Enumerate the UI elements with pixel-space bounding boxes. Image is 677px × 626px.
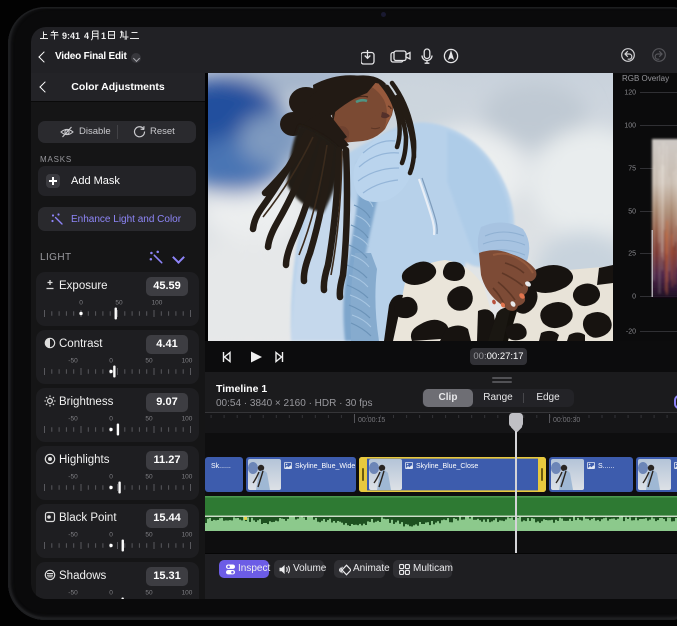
svg-text:50: 50 [145, 532, 153, 539]
svg-text:100: 100 [182, 590, 193, 597]
svg-text:-20: -20 [626, 329, 636, 336]
svg-text:50: 50 [628, 209, 636, 216]
svg-text:50: 50 [145, 474, 153, 481]
svg-text:100: 100 [182, 416, 193, 423]
svg-text:50: 50 [115, 300, 123, 307]
svg-text:25: 25 [628, 251, 636, 258]
svg-text:-50: -50 [68, 474, 78, 481]
svg-text:0: 0 [109, 532, 113, 539]
svg-text:0: 0 [109, 416, 113, 423]
svg-text:100: 100 [152, 300, 163, 307]
svg-text:120: 120 [624, 90, 636, 97]
svg-text:4: 4 [84, 31, 89, 41]
svg-text:100: 100 [624, 123, 636, 130]
svg-text:-50: -50 [68, 532, 78, 539]
svg-text:1: 1 [101, 31, 106, 41]
svg-text:100: 100 [182, 532, 193, 539]
svg-text:75: 75 [628, 166, 636, 173]
svg-text:0: 0 [79, 300, 83, 307]
svg-text:100: 100 [182, 474, 193, 481]
svg-text:50: 50 [145, 416, 153, 423]
svg-text:50: 50 [145, 358, 153, 365]
svg-text:100: 100 [182, 358, 193, 365]
svg-text:0: 0 [109, 590, 113, 597]
svg-text:00:00:30: 00:00:30 [553, 417, 580, 424]
svg-text:9:41: 9:41 [62, 31, 80, 41]
svg-text:-50: -50 [68, 416, 78, 423]
svg-text:00:00:15: 00:00:15 [358, 417, 385, 424]
svg-text:0: 0 [109, 474, 113, 481]
svg-text:0: 0 [109, 358, 113, 365]
svg-text:50: 50 [145, 590, 153, 597]
svg-text:0: 0 [632, 294, 636, 301]
svg-text:-50: -50 [68, 358, 78, 365]
svg-text:-50: -50 [68, 590, 78, 597]
svg-text:RGB Overlay: RGB Overlay [622, 74, 669, 83]
